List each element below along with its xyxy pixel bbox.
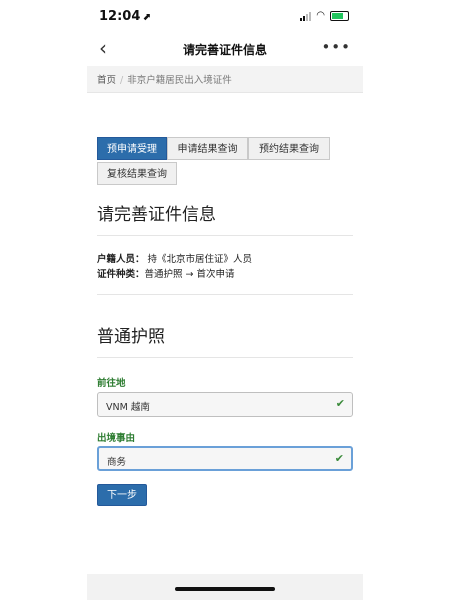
battery-icon: [330, 11, 349, 21]
wifi-icon: ◠: [316, 10, 325, 21]
breadcrumb-home[interactable]: 首页: [97, 75, 116, 86]
breadcrumb-current: 非京户籍居民出入境证件: [127, 75, 232, 86]
divider: [97, 357, 353, 358]
time-text: 12:04: [99, 9, 141, 24]
divider: [97, 235, 353, 236]
household-info: 户籍人员： 持《北京市居住证》人员: [97, 251, 252, 265]
bottom-bar: [87, 574, 363, 600]
document-type-info: 证件种类：普通护照 → 首次申请: [97, 266, 235, 280]
status-icons: ◠: [300, 11, 349, 21]
status-bar: 12:04 ⬈ ◠: [87, 0, 363, 32]
phone-screen: 12:04 ⬈ ◠ ‹ 请完善证件信息 ••• 首页 / 非京户籍居民出入境证件 预申…: [87, 0, 363, 600]
check-icon: ✔: [335, 397, 345, 410]
destination-value: VNM 越南: [106, 402, 150, 413]
tab-application-result[interactable]: 申请结果查询: [167, 137, 248, 160]
page-title: 请完善证件信息: [97, 205, 216, 225]
divider: [97, 294, 353, 295]
reason-label: 出境事由: [97, 433, 136, 444]
location-arrow-icon: ⬈: [142, 12, 151, 23]
tab-review-result[interactable]: 复核结果查询: [97, 162, 177, 185]
next-button[interactable]: 下一步: [97, 484, 147, 506]
breadcrumb-separator: /: [120, 75, 124, 86]
more-icon[interactable]: •••: [321, 38, 351, 56]
household-label: 户籍人员：: [97, 254, 145, 265]
signal-icon: [300, 11, 312, 21]
tab-appointment-result[interactable]: 预约结果查询: [248, 137, 330, 160]
reason-value: 商务: [107, 457, 127, 468]
breadcrumb: 首页 / 非京户籍居民出入境证件: [87, 66, 363, 93]
document-type-value: 普通护照 → 首次申请: [144, 269, 235, 280]
home-indicator[interactable]: [175, 587, 275, 591]
check-icon: ✔: [334, 452, 344, 465]
tab-pre-application[interactable]: 预申请受理: [97, 137, 167, 160]
household-value: 持《北京市居住证》人员: [147, 254, 253, 265]
section-title: 普通护照: [97, 327, 165, 347]
document-type-label: 证件种类：: [97, 269, 145, 280]
nav-bar: ‹ 请完善证件信息 •••: [87, 32, 363, 66]
reason-select[interactable]: 商务 ✔: [97, 446, 353, 471]
destination-label: 前往地: [97, 378, 126, 389]
status-time: 12:04 ⬈: [99, 9, 151, 24]
destination-select[interactable]: VNM 越南 ✔: [97, 392, 353, 417]
